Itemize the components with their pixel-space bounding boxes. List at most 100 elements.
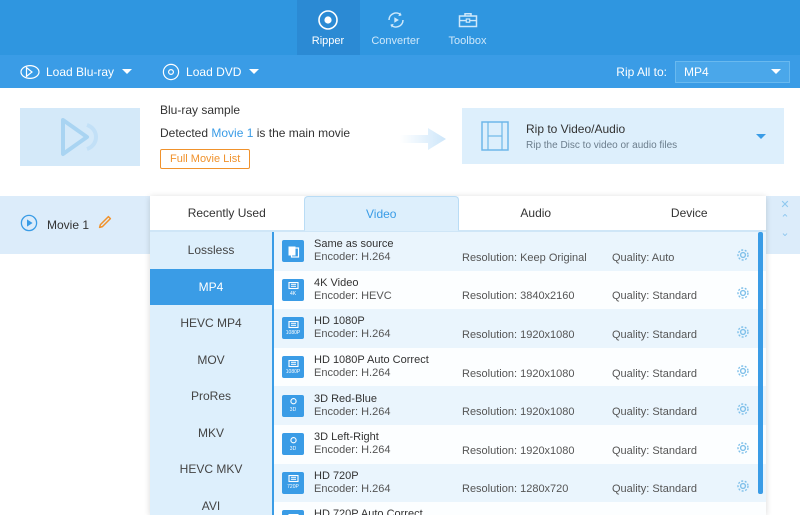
panel-edge-controls: ✕ ⌃ ⌄ <box>776 198 794 240</box>
format-name: 3D Red-Blue <box>314 392 377 405</box>
app-header: Ripper Converter Toolbox <box>0 0 800 55</box>
disc-detected-text: Detected Movie 1 is the main movie <box>160 126 400 140</box>
nav-tab-converter[interactable]: Converter <box>360 0 432 55</box>
gear-icon[interactable] <box>736 390 750 421</box>
format-list[interactable]: Same as source Encoder: H.264 Resolution… <box>274 232 766 515</box>
format-list-scrollbar-thumb[interactable] <box>758 232 763 494</box>
detected-suffix: is the main movie <box>253 126 351 140</box>
format-resolution: Resolution: 1920x1080 <box>462 367 575 380</box>
format-resolution: Resolution: 1920x1080 <box>462 406 575 419</box>
disc-thumbnail <box>20 108 140 166</box>
toolbar: Load Blu-ray Load DVD Rip All to: MP4 <box>0 55 800 88</box>
rip-card-subtitle: Rip the Disc to video or audio files <box>526 139 678 151</box>
format-icon: 4K <box>282 278 304 301</box>
format-category-lossless[interactable]: Lossless <box>150 232 272 269</box>
tab-recently-used[interactable]: Recently Used <box>150 196 304 231</box>
format-quality: Quality: Standard <box>612 290 697 303</box>
format-icon: 1080P <box>282 356 304 379</box>
rip-all-group: Rip All to: MP4 <box>616 60 790 83</box>
rip-all-format-select[interactable]: MP4 <box>675 60 790 83</box>
format-encoder: Encoder: H.264 <box>314 328 391 341</box>
format-row[interactable]: 720P HD 720P Auto Correct Encoder: H.264… <box>274 502 766 515</box>
edit-pencil-icon[interactable] <box>97 215 112 235</box>
format-row[interactable]: Same as source Encoder: H.264 Resolution… <box>274 232 766 271</box>
tab-device[interactable]: Device <box>612 196 766 231</box>
movie-row-label: Movie 1 <box>47 218 90 232</box>
gear-icon[interactable] <box>736 506 750 515</box>
format-row[interactable]: 720P HD 720P Encoder: H.264 Resolution: … <box>274 463 766 503</box>
format-icon-tag: 3D <box>289 407 297 414</box>
format-encoder: Encoder: HEVC <box>314 289 392 302</box>
format-category-mov[interactable]: MOV <box>150 342 272 379</box>
close-icon[interactable]: ✕ <box>780 198 789 212</box>
format-resolution: Resolution: 3840x2160 <box>462 290 575 303</box>
gear-icon[interactable] <box>736 429 750 460</box>
format-category-prores[interactable]: ProRes <box>150 378 272 415</box>
format-panel-tabs: Recently Used Video Audio Device <box>150 196 766 232</box>
format-name: Same as source <box>314 238 394 251</box>
gear-icon[interactable] <box>736 467 750 498</box>
format-icon-tag: 1080P <box>285 329 301 336</box>
load-dvd-label: Load DVD <box>186 64 242 79</box>
rip-to-video-audio-card[interactable]: Rip to Video/Audio Rip the Disc to video… <box>462 108 784 164</box>
format-name: 4K Video <box>314 276 359 289</box>
full-movie-list-button[interactable]: Full Movie List <box>160 149 251 169</box>
load-bluray-caret-icon[interactable] <box>122 69 133 74</box>
format-encoder: Encoder: H.264 <box>314 367 391 380</box>
format-row[interactable]: 4K 4K Video Encoder: HEVC Resolution: 38… <box>274 270 766 310</box>
format-quality: Quality: Standard <box>612 483 697 496</box>
format-resolution: Resolution: 1920x1080 <box>462 444 575 457</box>
detected-movie-link[interactable]: Movie 1 <box>211 126 253 140</box>
dvd-disc-icon <box>162 63 180 81</box>
format-encoder: Encoder: H.264 <box>314 405 391 418</box>
format-name: HD 1080P Auto Correct <box>314 354 429 367</box>
gear-icon[interactable] <box>736 274 750 305</box>
load-bluray-label: Load Blu-ray <box>46 64 115 79</box>
format-row[interactable]: 3D 3D Left-Right Encoder: H.264 Resoluti… <box>274 424 766 464</box>
chevron-up-icon[interactable]: ⌃ <box>780 212 789 226</box>
format-icon: 1080P <box>282 317 304 340</box>
gear-icon[interactable] <box>736 313 750 344</box>
tab-video[interactable]: Video <box>303 196 459 231</box>
format-selection-panel: Recently Used Video Audio Device Lossles… <box>150 196 766 515</box>
chevron-down-icon[interactable]: ⌄ <box>780 226 789 240</box>
format-category-mkv[interactable]: MKV <box>150 415 272 452</box>
format-row[interactable]: 3D 3D Red-Blue Encoder: H.264 Resolution… <box>274 386 766 425</box>
toolbox-icon <box>457 8 479 32</box>
gear-icon[interactable] <box>736 236 750 267</box>
rip-card-title: Rip to Video/Audio <box>526 121 626 136</box>
format-icon-tag: 3D <box>289 445 297 452</box>
format-row[interactable]: 1080P HD 1080P Encoder: H.264 Resolution… <box>274 309 766 348</box>
format-name: HD 1080P <box>314 315 365 328</box>
format-list-scrollbar[interactable] <box>758 232 763 515</box>
nav-tab-converter-label: Converter <box>371 35 420 47</box>
load-dvd-button[interactable]: Load DVD <box>156 55 265 88</box>
format-category-hevc-mkv[interactable]: HEVC MKV <box>150 451 272 488</box>
format-text: 3D Red-Blue Encoder: H.264 <box>314 393 462 419</box>
gear-icon[interactable] <box>736 352 750 383</box>
format-encoder: Encoder: H.264 <box>314 482 391 495</box>
toolbar-left-group: Load Blu-ray Load DVD <box>14 55 265 88</box>
flow-arrow-icon <box>400 128 448 155</box>
format-encoder: Encoder: H.264 <box>314 444 391 457</box>
format-row[interactable]: 1080P HD 1080P Auto Correct Encoder: H.2… <box>274 347 766 387</box>
load-dvd-caret-icon[interactable] <box>249 69 260 74</box>
load-bluray-button[interactable]: Load Blu-ray <box>14 55 138 88</box>
rip-card-caret-icon[interactable] <box>756 133 766 139</box>
record-disc-icon <box>317 8 339 32</box>
format-category-avi[interactable]: AVI <box>150 488 272 515</box>
tab-audio[interactable]: Audio <box>459 196 613 231</box>
format-category-hevc-mp4[interactable]: HEVC MP4 <box>150 305 272 342</box>
format-icon-tag: 720P <box>287 484 299 491</box>
nav-tab-ripper[interactable]: Ripper <box>296 0 360 55</box>
format-text: Same as source Encoder: H.264 <box>314 238 462 264</box>
format-category-mp4[interactable]: MP4 <box>150 268 272 305</box>
nav-tab-ripper-label: Ripper <box>311 35 345 47</box>
convert-refresh-icon <box>385 8 407 32</box>
rip-all-caret-icon[interactable] <box>771 69 781 74</box>
format-text: HD 1080P Auto Correct Encoder: H.264 <box>314 354 462 380</box>
format-panel-body: Lossless MP4 HEVC MP4 MOV ProRes MKV HEV… <box>150 232 766 515</box>
disc-title: Blu-ray sample <box>160 103 241 117</box>
play-icon[interactable] <box>20 214 38 237</box>
nav-tab-toolbox[interactable]: Toolbox <box>432 0 504 55</box>
